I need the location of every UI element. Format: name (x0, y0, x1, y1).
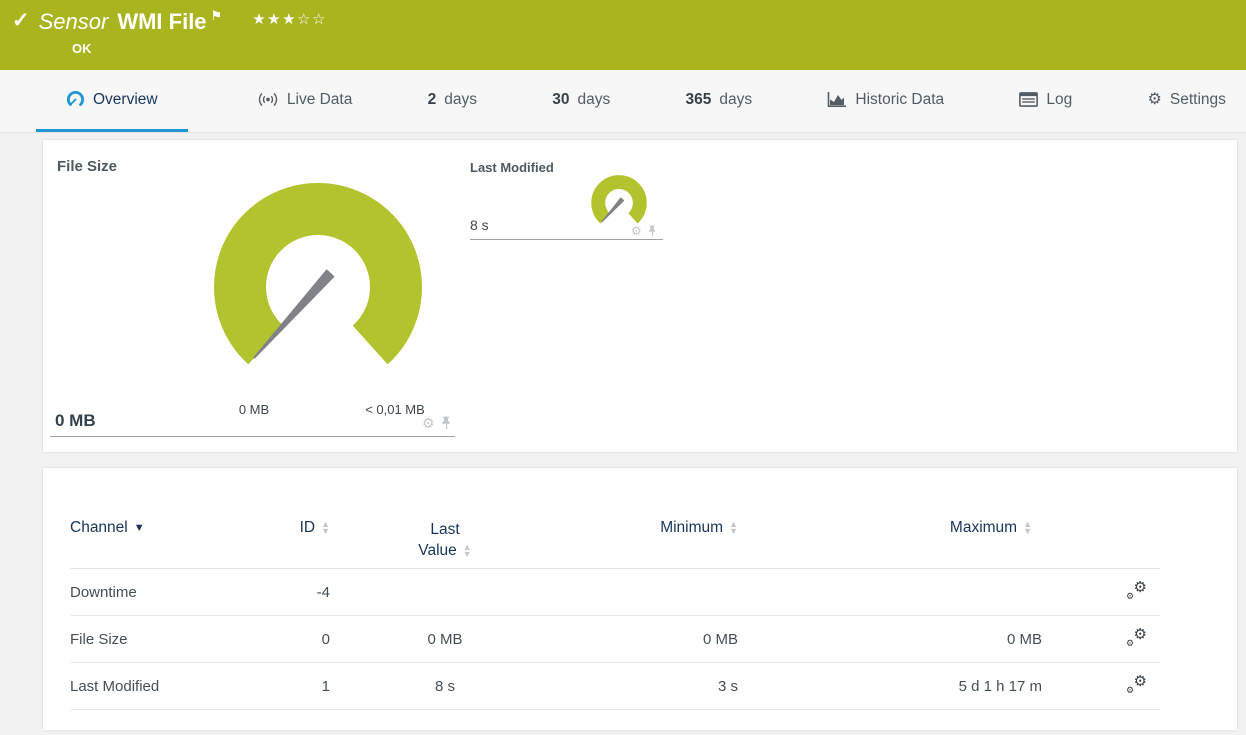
channel-id: 0 (321, 630, 330, 648)
gear-small-icon: ⚙ (1126, 637, 1135, 648)
tab-overview[interactable]: Overview (36, 70, 188, 132)
tab-number: 30 (552, 90, 570, 108)
channel-id: -4 (316, 583, 330, 601)
sort-icon: ▲ ▼ (729, 518, 738, 536)
sort-header-last-value[interactable]: Last Value ▲ ▼ (330, 519, 560, 561)
gauge-settings-gear-icon[interactable]: ⚙ (422, 416, 435, 430)
header-label: Maximum (949, 519, 1018, 536)
sensor-header: ✓ Sensor WMI File ⚑ ★★★☆☆ OK (0, 0, 1246, 70)
tab-log[interactable]: Log (1013, 70, 1078, 132)
channels-card: Channel ▼ ID ▲ ▼ Last Value ▲ ▼ Minimum ▲ ▼ Max… (43, 468, 1237, 730)
panel-divider (470, 239, 663, 240)
tab-label: Overview (93, 90, 158, 108)
tab-label: Settings (1169, 90, 1226, 108)
tab-number: 2 (427, 90, 437, 108)
channel-id: 1 (321, 677, 330, 695)
sort-icon: ▲ ▼ (1023, 518, 1032, 536)
status-check-icon: ✓ (12, 9, 30, 32)
tab-label: Log (1046, 90, 1073, 108)
sensor-tab-bar: Overview Live Data 2 days 30 days 365 da… (0, 70, 1246, 133)
tab-365-days[interactable]: 365 days (680, 70, 759, 132)
sensor-kind-label: Sensor (38, 9, 109, 34)
sort-header-maximum[interactable]: Maximum ▲ ▼ (758, 519, 1042, 537)
tab-number: 365 (685, 90, 712, 108)
gear-small-icon: ⚙ (1126, 684, 1135, 695)
tab-label: days (577, 90, 611, 108)
gauge-settings-gear-icon[interactable]: ⚙ (631, 224, 642, 238)
tab-2-days[interactable]: 2 days (422, 70, 483, 132)
channel-settings-icon[interactable]: ⚙ ⚙ (1126, 672, 1147, 695)
sort-header-id[interactable]: ID ▲ ▼ (295, 519, 330, 537)
channel-name: Last Modified (70, 677, 160, 695)
header-label: Last (430, 521, 460, 538)
channel-maximum: 5 d 1 h 17 m (958, 677, 1042, 695)
gauge-scale-min: 0 MB (238, 402, 270, 417)
broadcast-icon (258, 93, 278, 106)
channels-table: Channel ▼ ID ▲ ▼ Last Value ▲ ▼ Minimum ▲ ▼ Max… (70, 513, 1160, 710)
channel-name: Downtime (70, 583, 137, 601)
tab-label: days (444, 90, 477, 108)
panel-divider (50, 436, 455, 437)
log-icon (1019, 92, 1039, 107)
channel-maximum: 0 MB (1006, 630, 1042, 648)
pin-icon[interactable] (441, 416, 452, 430)
gauge-title-last-modified: Last Modified (470, 160, 554, 175)
channel-settings-icon[interactable]: ⚙ ⚙ (1126, 578, 1147, 601)
channel-settings-icon[interactable]: ⚙ ⚙ (1126, 625, 1147, 648)
gear-icon: ⚙ (1133, 672, 1147, 690)
channel-minimum: 0 MB (702, 630, 738, 648)
last-modified-value: 8 s (470, 217, 489, 233)
sort-header-minimum[interactable]: Minimum ▲ ▼ (560, 519, 758, 537)
file-size-gauge (214, 183, 422, 365)
tab-label: Live Data (286, 90, 353, 108)
channel-minimum: 3 s (717, 677, 738, 695)
table-row: Last Modified 1 8 s 3 s 5 d 1 h 17 m ⚙ ⚙ (70, 663, 1160, 710)
status-badge: OK (72, 41, 92, 56)
gauges-card: File Size 0 MB < 0,01 MB 0 MB ⚙ Last Mod… (43, 140, 1237, 452)
channel-last-value: 8 s (434, 677, 455, 695)
tab-30-days[interactable]: 30 days (546, 70, 616, 132)
header-label: Minimum (660, 519, 724, 536)
channels-table-header: Channel ▼ ID ▲ ▼ Last Value ▲ ▼ Minimum ▲ ▼ Max… (70, 513, 1160, 569)
header-label: Value (418, 542, 457, 559)
sort-icon: ▲ ▼ (462, 541, 472, 559)
gear-icon: ⚙ (1133, 625, 1147, 643)
stars-filled[interactable]: ★★★ (252, 11, 297, 28)
sensor-title: WMI File (117, 9, 207, 34)
area-chart-icon (828, 92, 847, 107)
gauge-title-file-size: File Size (57, 158, 118, 175)
channel-last-value: 0 MB (427, 630, 463, 648)
gear-icon: ⚙ (1147, 90, 1162, 108)
tab-live-data[interactable]: Live Data (251, 70, 358, 132)
tab-label: days (719, 90, 753, 108)
gear-icon: ⚙ (1133, 578, 1147, 596)
stars-empty[interactable]: ☆☆ (297, 11, 327, 28)
sort-desc-icon: ▼ (133, 522, 145, 534)
header-label: ID (299, 519, 316, 536)
pin-icon[interactable] (648, 225, 657, 237)
table-row: File Size 0 0 MB 0 MB 0 MB ⚙ ⚙ (70, 616, 1160, 663)
prtg-sensor-page: ✓ Sensor WMI File ⚑ ★★★☆☆ OK Overview Li… (0, 0, 1246, 735)
channel-name: File Size (70, 630, 128, 648)
priority-flag-icon[interactable]: ⚑ (211, 9, 223, 22)
file-size-value: 0 MB (55, 411, 96, 430)
priority-stars[interactable]: ★★★☆☆ (252, 10, 327, 28)
sort-icon: ▲ ▼ (321, 518, 330, 536)
tab-historic-data[interactable]: Historic Data (821, 70, 950, 132)
sort-header-channel[interactable]: Channel ▼ (70, 519, 295, 537)
table-row: Downtime -4 ⚙ ⚙ (70, 569, 1160, 616)
gear-small-icon: ⚙ (1126, 590, 1135, 601)
tab-label: Historic Data (855, 90, 945, 108)
tab-settings[interactable]: ⚙ Settings (1142, 70, 1232, 132)
gauge-icon (66, 90, 85, 106)
header-label: Channel (70, 519, 128, 536)
